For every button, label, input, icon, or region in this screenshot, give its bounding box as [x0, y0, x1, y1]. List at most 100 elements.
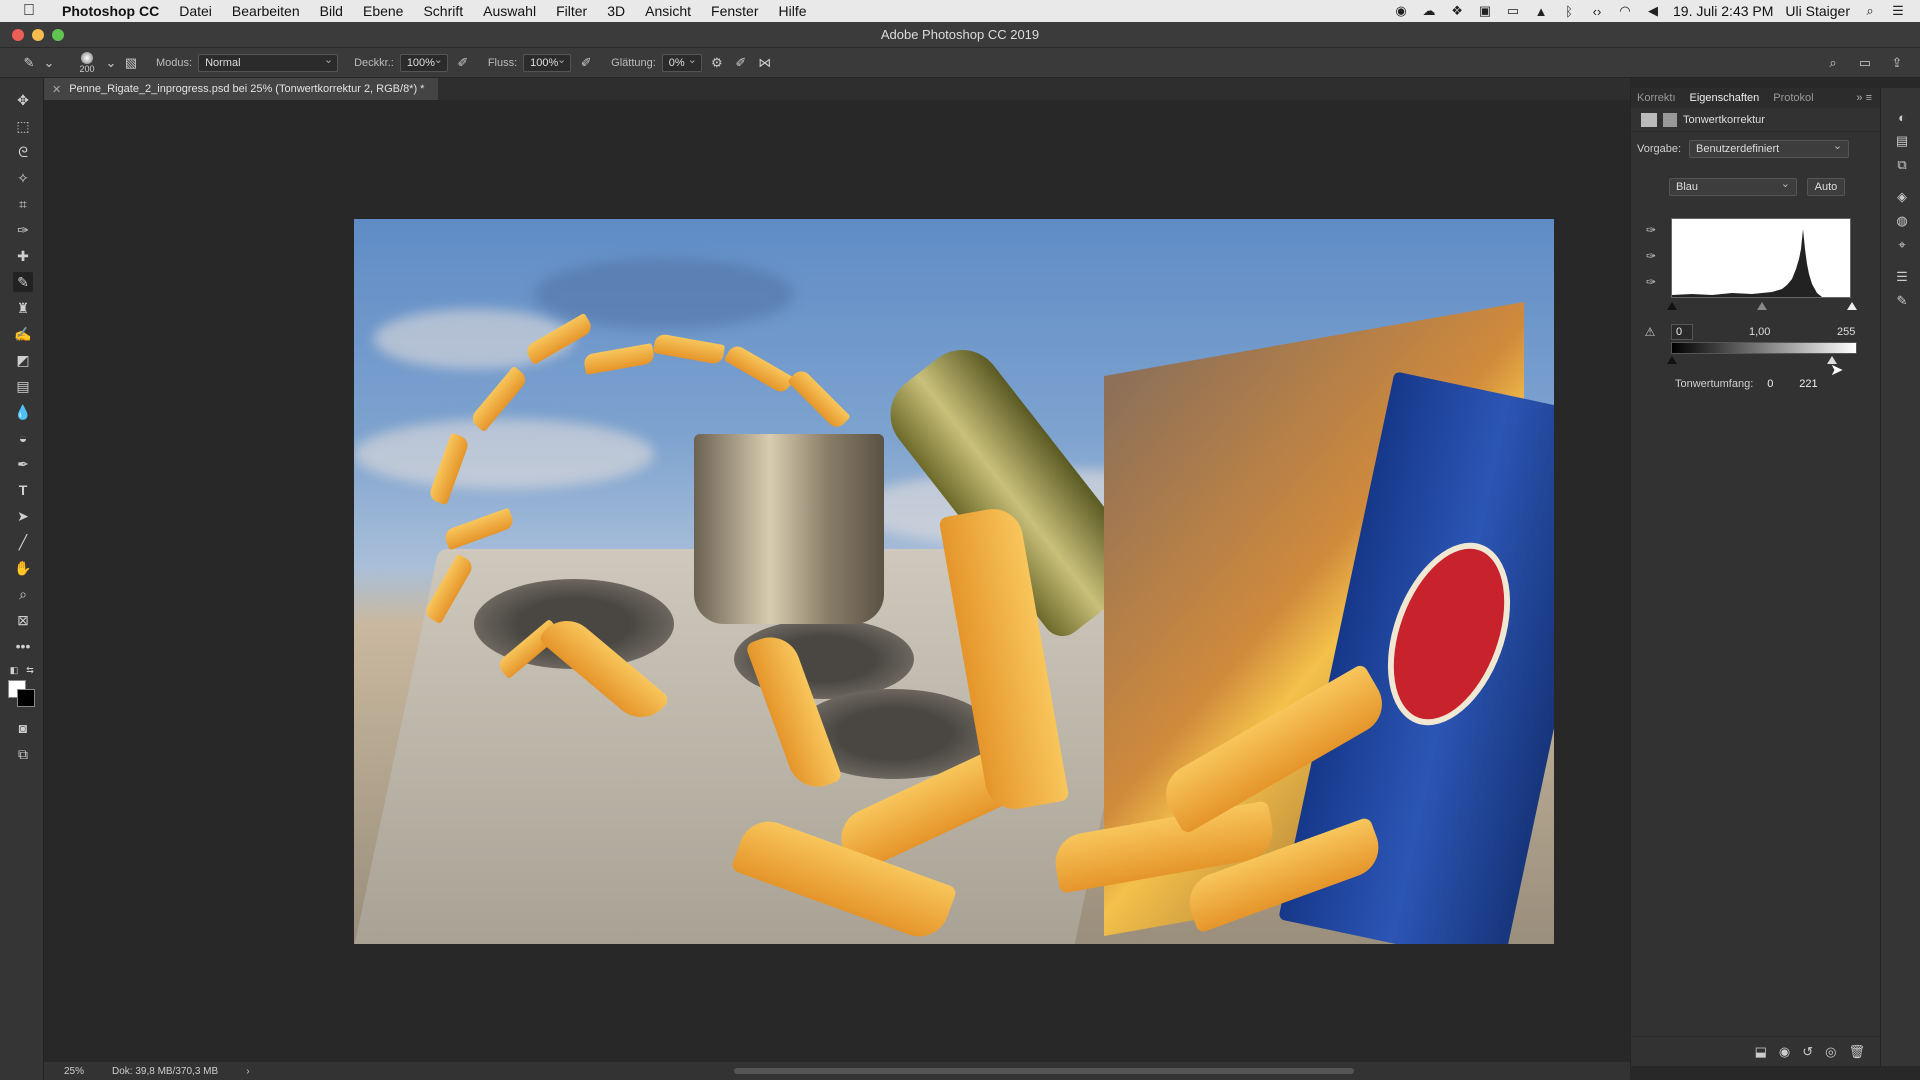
clip-to-layer-icon[interactable]: ⬓ [1755, 1044, 1767, 1060]
volume-icon[interactable]: ◀ [1645, 3, 1661, 18]
symmetry-icon[interactable]: ⋈ [756, 54, 774, 72]
maximize-window-button[interactable] [52, 29, 64, 41]
auto-button[interactable]: Auto [1807, 178, 1845, 196]
chevron-down-icon[interactable]: ⌄ [44, 54, 55, 72]
line-tool-icon[interactable]: ╱ [13, 532, 33, 552]
dodge-tool-icon[interactable]: ◒ [13, 428, 33, 448]
share-icon[interactable]: ⇪ [1888, 54, 1906, 72]
gray-point-eyedropper-icon[interactable]: ✑ [1643, 248, 1659, 264]
quick-mask-icon[interactable]: ◙ [13, 718, 33, 738]
pen-tool-icon[interactable]: ✒ [13, 454, 33, 474]
notification-list-icon[interactable]: ☰ [1890, 3, 1906, 18]
input-black-slider[interactable] [1667, 302, 1677, 310]
swap-colors-icon[interactable]: ⇆ [24, 664, 36, 676]
input-black-value[interactable]: 0 [1671, 324, 1693, 340]
adjustments-panel-icon[interactable]: ▤ [1893, 132, 1911, 150]
chevron-down-icon[interactable]: ⌄ [106, 54, 117, 72]
horizontal-scrollbar[interactable] [734, 1068, 1354, 1074]
brush-size-picker[interactable]: 200 [74, 50, 100, 76]
input-white-field[interactable]: 255 [1837, 324, 1855, 340]
channel-select[interactable]: Blau [1669, 177, 1797, 196]
output-black-slider[interactable] [1667, 356, 1677, 364]
display-icon[interactable]: ▭ [1505, 3, 1521, 18]
input-white-value[interactable]: 255 [1837, 326, 1855, 338]
reset-icon[interactable]: ↺ [1802, 1044, 1813, 1060]
clipping-warning-icon[interactable]: ⚠ [1639, 324, 1661, 340]
search-icon[interactable]: ⌕ [1824, 54, 1842, 72]
menu-ebene[interactable]: Ebene [353, 3, 413, 19]
brush-tool-preset-icon[interactable]: ✎ [20, 54, 38, 72]
airbrush-icon[interactable]: ✐ [577, 54, 595, 72]
menu-schrift[interactable]: Schrift [413, 3, 473, 19]
eraser-tool-icon[interactable]: ◩ [13, 350, 33, 370]
canvas-area[interactable] [44, 100, 1630, 1062]
spotlight-search-icon[interactable]: ⌕ [1862, 3, 1878, 18]
panel-menu-icon[interactable]: » ≡ [1856, 92, 1880, 104]
opacity-field[interactable]: 100% [399, 53, 448, 72]
view-previous-icon[interactable]: ◉ [1779, 1044, 1790, 1060]
status-menu-arrow[interactable]: › [246, 1066, 249, 1077]
menu-app-name[interactable]: Photoshop CC [52, 3, 169, 19]
menubar-datetime[interactable]: 19. Juli 2:43 PM [1673, 3, 1773, 19]
stamp-tool-icon[interactable]: ♜ [13, 298, 33, 318]
screen-mode-icon[interactable]: ⧉ [13, 744, 33, 764]
pressure-opacity-icon[interactable]: ✐ [454, 54, 472, 72]
creative-cloud-icon[interactable]: ☁ [1421, 3, 1437, 18]
menu-bild[interactable]: Bild [310, 3, 353, 19]
brush-settings-panel-icon[interactable]: ✎ [1893, 292, 1911, 310]
menu-ansicht[interactable]: Ansicht [635, 3, 701, 19]
code-icon[interactable]: ‹› [1589, 4, 1605, 19]
menu-3d[interactable]: 3D [597, 3, 635, 19]
blur-tool-icon[interactable]: 💧 [13, 402, 33, 422]
color-panel-icon[interactable]: ◐ [1893, 108, 1911, 126]
record-icon[interactable]: ◉ [1393, 3, 1409, 18]
document-canvas-image[interactable] [354, 219, 1554, 944]
menu-filter[interactable]: Filter [546, 3, 597, 19]
brush-panel-toggle-icon[interactable]: ▧ [122, 54, 140, 72]
move-tool-icon[interactable]: ✥ [13, 90, 33, 110]
white-point-eyedropper-icon[interactable]: ✑ [1643, 274, 1659, 290]
bluetooth-icon[interactable]: ᛒ [1561, 4, 1577, 19]
output-black-value[interactable]: 0 [1763, 376, 1787, 392]
input-white-slider[interactable] [1847, 302, 1857, 310]
menu-auswahl[interactable]: Auswahl [473, 3, 546, 19]
zoom-tool-icon[interactable]: ⌕ [13, 584, 33, 604]
properties-panel-icon[interactable]: ☰ [1893, 268, 1911, 286]
type-tool-icon[interactable]: T [13, 480, 33, 500]
close-icon[interactable]: ✕ [52, 83, 61, 96]
menu-hilfe[interactable]: Hilfe [769, 3, 817, 19]
menu-bearbeiten[interactable]: Bearbeiten [222, 3, 310, 19]
gradient-tool-icon[interactable]: ▤ [13, 376, 33, 396]
workspace-icon[interactable]: ▭ [1856, 54, 1874, 72]
levels-icon[interactable] [1641, 112, 1657, 127]
black-point-eyedropper-icon[interactable]: ✑ [1643, 222, 1659, 238]
mode-select[interactable]: Normal [198, 53, 339, 72]
trash-icon[interactable]: 🗑 [1848, 1044, 1865, 1060]
document-tab[interactable]: ✕ Penne_Rigate_2_inprogress.psd bei 25% … [44, 78, 439, 100]
input-gamma-value[interactable]: 1,00 [1749, 326, 1770, 338]
close-window-button[interactable] [12, 29, 24, 41]
libraries-panel-icon[interactable]: ⧉ [1893, 156, 1911, 174]
dropbox-icon[interactable]: ❖ [1449, 3, 1465, 18]
input-gamma-field[interactable]: 1,00 [1749, 324, 1770, 340]
input-gamma-slider[interactable] [1757, 302, 1767, 310]
marquee-tool-icon[interactable]: ⬚ [13, 116, 33, 136]
background-color-swatch[interactable] [17, 689, 35, 707]
path-selection-tool-icon[interactable]: ➤ [13, 506, 33, 526]
default-colors-icon[interactable]: ◧ [8, 664, 20, 676]
bell-icon[interactable]: ▲ [1533, 4, 1549, 19]
visibility-icon[interactable]: ◎ [1825, 1044, 1836, 1060]
paths-panel-icon[interactable]: ⌖ [1893, 236, 1911, 254]
lasso-tool-icon[interactable]: ᘓ [13, 142, 33, 162]
smoothing-field[interactable]: 0% [661, 53, 702, 72]
flow-field[interactable]: 100% [523, 53, 572, 72]
minimize-window-button[interactable] [32, 29, 44, 41]
tab-eigenschaften[interactable]: Eigenschaften [1690, 92, 1760, 104]
menu-fenster[interactable]: Fenster [701, 3, 768, 19]
apple-icon[interactable]:  [20, 2, 38, 20]
tab-protokoll[interactable]: Protokol [1773, 92, 1813, 104]
menu-datei[interactable]: Datei [169, 3, 222, 19]
channels-panel-icon[interactable]: ◍ [1893, 212, 1911, 230]
magic-wand-tool-icon[interactable]: ✧ [13, 168, 33, 188]
mask-icon[interactable] [1663, 112, 1677, 127]
